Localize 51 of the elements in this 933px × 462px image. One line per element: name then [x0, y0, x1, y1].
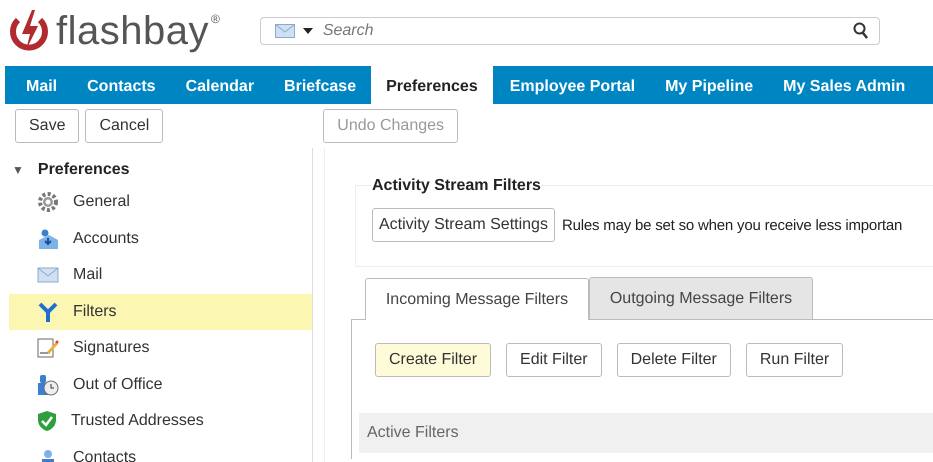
clock-icon	[37, 374, 59, 396]
sidebar-item[interactable]: General	[9, 184, 312, 220]
accounts-icon	[37, 228, 59, 250]
nav-tab[interactable]: Preferences	[371, 66, 493, 104]
sidebar-item-label: Signatures	[73, 339, 150, 358]
shield-icon	[37, 410, 57, 432]
sidebar-item[interactable]: Out of Office	[9, 366, 312, 403]
nav-tab[interactable]: Contacts	[72, 70, 171, 104]
filter-action-button[interactable]: Delete Filter	[616, 343, 731, 377]
sidebar-item-label: Filters	[73, 302, 117, 321]
search-bar[interactable]: Search	[260, 17, 880, 45]
sidebar-item[interactable]: Mail	[9, 257, 312, 294]
sidebar-item-label: Contacts	[73, 448, 136, 462]
filter-action-button[interactable]: Edit Filter	[506, 343, 602, 377]
expand-triangle-icon[interactable]: ▼	[12, 163, 24, 177]
sidebar-item-label: Accounts	[73, 230, 139, 248]
sidebar-item[interactable]: Trusted Addresses	[9, 403, 312, 440]
sidebar-item[interactable]: Filters	[9, 294, 312, 330]
nav-tab[interactable]: Briefcase	[269, 70, 372, 104]
logo-text: flashbay	[56, 8, 209, 54]
active-filters-header: Active Filters	[359, 413, 933, 453]
sidebar-item-label: Trusted Addresses	[71, 412, 204, 430]
activity-settings-button[interactable]: Activity Stream Settings	[372, 208, 555, 242]
gear-icon	[37, 191, 59, 214]
sidebar-item[interactable]: Contacts	[9, 440, 312, 462]
search-icon[interactable]	[852, 22, 869, 40]
nav-tab[interactable]: My Sales Admin	[768, 70, 920, 104]
sidebar-item[interactable]: Signatures	[9, 330, 312, 366]
sidebar-item-label: General	[73, 193, 130, 212]
sidebar-item-label: Out of Office	[73, 376, 163, 394]
envelope-icon	[37, 267, 59, 284]
sidebar-item-label: Mail	[73, 266, 102, 284]
filter-tab[interactable]: Outgoing Message Filters	[589, 277, 813, 319]
cancel-button[interactable]: Cancel	[85, 109, 164, 143]
save-button[interactable]: Save	[15, 109, 80, 143]
envelope-icon	[274, 24, 295, 38]
registered-mark: ®	[210, 12, 220, 26]
nav-tab[interactable]: My Pipeline	[650, 70, 768, 104]
signature-icon	[37, 337, 59, 360]
caret-icon[interactable]	[302, 28, 313, 34]
sidebar-title: Preferences	[38, 161, 130, 179]
filter-icon	[37, 300, 59, 323]
filter-action-button[interactable]: Create Filter	[375, 343, 492, 377]
filter-action-button[interactable]: Run Filter	[746, 343, 844, 377]
nav-tab[interactable]: Mail	[11, 70, 72, 104]
nav-tab[interactable]: Calendar	[170, 70, 270, 104]
filter-tab[interactable]: Incoming Message Filters	[365, 278, 589, 320]
rules-text: Rules may be set so when you receive less importan	[562, 216, 902, 234]
sidebar-item[interactable]: Accounts	[9, 220, 312, 257]
fieldset-legend: Activity Stream Filters	[372, 177, 541, 195]
nav-tab[interactable]: Employee Portal	[494, 70, 650, 104]
